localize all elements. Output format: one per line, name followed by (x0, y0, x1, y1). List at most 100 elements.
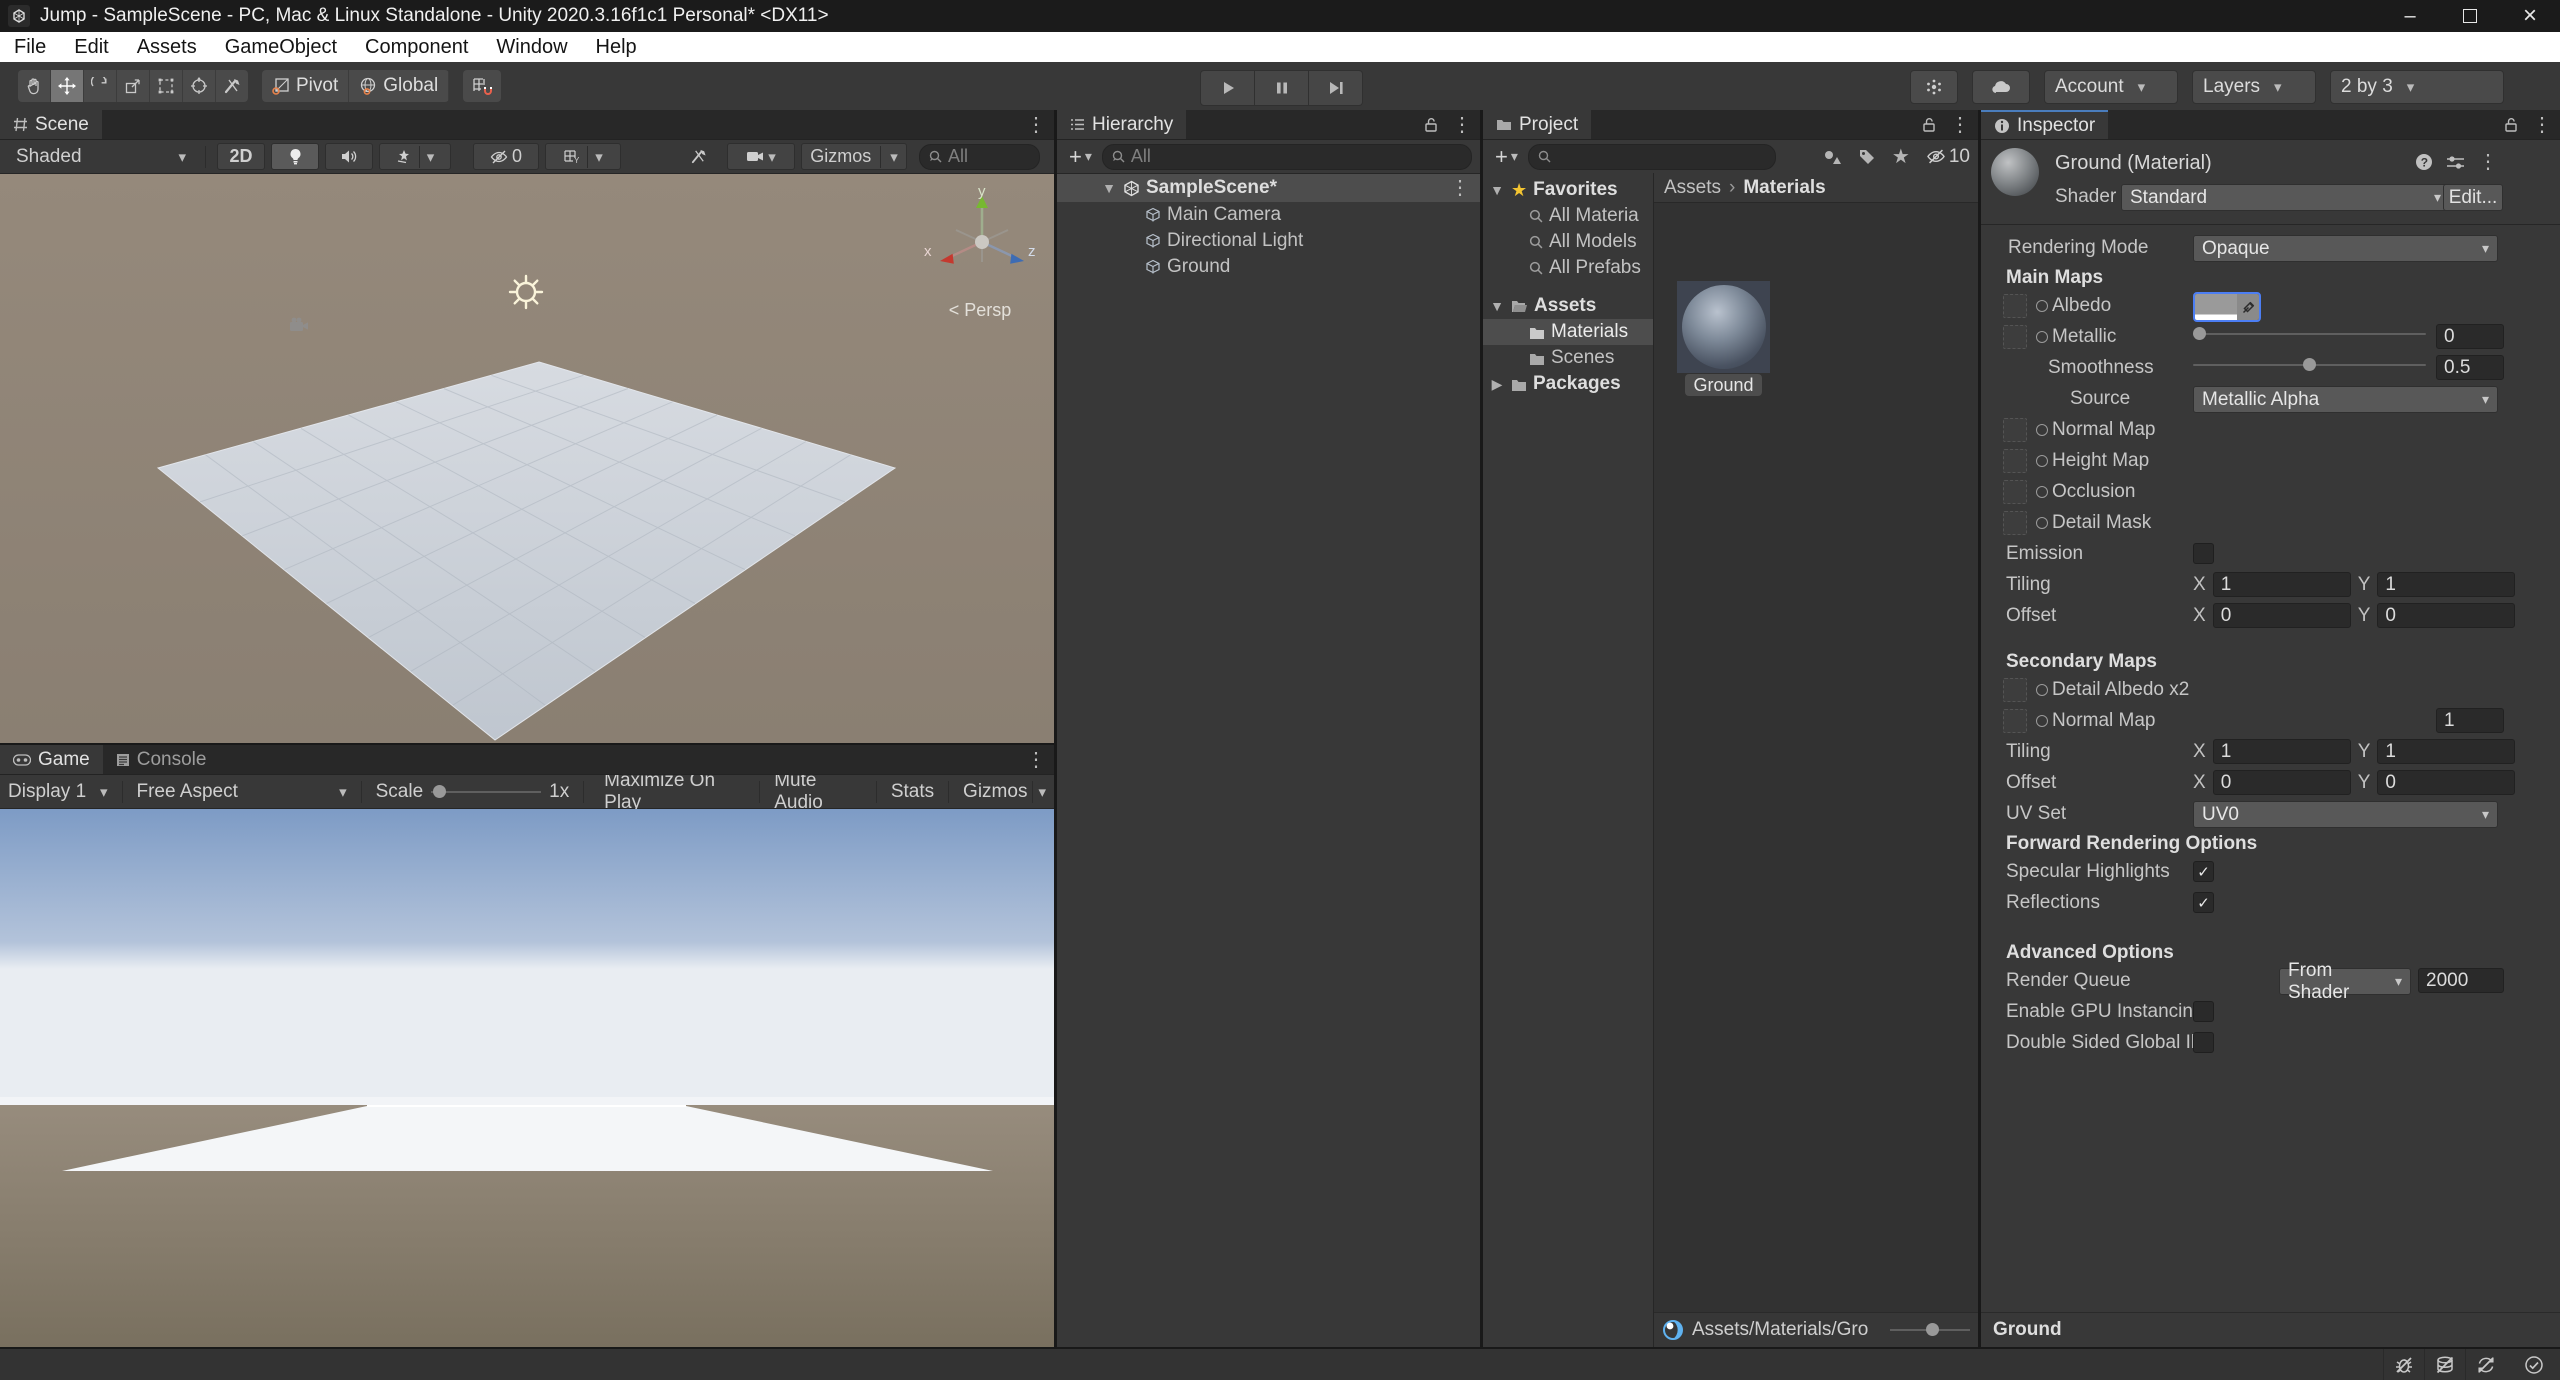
pause-button[interactable] (1255, 70, 1309, 106)
secondary-normal-value-field[interactable]: 1 (2436, 708, 2504, 733)
metallic-slider[interactable] (2193, 333, 2426, 335)
gpu-instancing-checkbox[interactable] (2193, 1001, 2214, 1022)
uv-set-dropdown[interactable]: UV0▾ (2193, 801, 2498, 828)
game-viewport[interactable] (0, 809, 1054, 1347)
material-kebab-icon[interactable]: ⋮ (2478, 152, 2498, 172)
hidden-packages-button[interactable]: 10 (1926, 146, 1970, 168)
secondary-tiling-x-field[interactable]: 1 (2213, 739, 2351, 764)
disclosure-closed-icon[interactable]: ▶ (1489, 376, 1505, 393)
shading-mode-dropdown[interactable]: Shaded▾ (8, 140, 194, 173)
object-picker-icon[interactable] (2036, 684, 2048, 696)
metallic-texture-slot[interactable] (2003, 325, 2027, 349)
orientation-gizmo[interactable]: y x z <Persp (920, 184, 1040, 324)
tree-assets[interactable]: ▼ Assets (1483, 293, 1653, 319)
rect-tool-button[interactable] (150, 70, 183, 102)
hierarchy-scene-row[interactable]: ▼ SampleScene* ⋮ (1057, 174, 1480, 202)
search-by-type-button[interactable] (1822, 148, 1842, 166)
global-toggle-button[interactable]: Global (349, 70, 449, 102)
tab-hierarchy[interactable]: Hierarchy (1057, 110, 1186, 139)
mute-audio-button[interactable]: Mute Audio (766, 775, 870, 808)
account-dropdown[interactable]: Account▾ (2044, 70, 2178, 104)
presets-icon[interactable] (2446, 154, 2465, 171)
scene-tools-button[interactable] (675, 144, 721, 169)
scene-camera-dropdown[interactable]: ▾ (727, 143, 795, 170)
scene-visibility-button[interactable]: 0 (473, 143, 539, 170)
help-icon[interactable]: ? (2415, 153, 2433, 171)
scale-slider[interactable]: Scale 1x (368, 775, 578, 808)
display-dropdown[interactable]: Display 1▾ (0, 775, 116, 808)
progress-status-icon[interactable] (2514, 1349, 2554, 1380)
scale-tool-button[interactable] (117, 70, 150, 102)
project-menu-kebab-icon[interactable]: ⋮ (1950, 115, 1970, 135)
double-sided-gi-checkbox[interactable] (2193, 1032, 2214, 1053)
object-picker-icon[interactable] (2036, 715, 2048, 727)
pivot-toggle-button[interactable]: Pivot (262, 70, 349, 102)
tab-inspector[interactable]: Inspector (1981, 110, 2108, 139)
layout-dropdown[interactable]: 2 by 3▾ (2330, 70, 2504, 104)
disclosure-open-icon[interactable]: ▼ (1489, 182, 1505, 198)
lock-icon[interactable] (1922, 117, 1936, 133)
services-button[interactable] (1910, 70, 1958, 104)
maximize-button[interactable] (2440, 0, 2500, 32)
hierarchy-item-ground[interactable]: Ground (1057, 254, 1480, 280)
inspector-menu-kebab-icon[interactable]: ⋮ (2532, 115, 2552, 135)
hand-tool-button[interactable] (18, 70, 51, 102)
menu-component[interactable]: Component (351, 32, 482, 62)
height-map-texture-slot[interactable] (2003, 449, 2027, 473)
albedo-color-swatch[interactable] (2193, 292, 2261, 322)
scene-viewport[interactable]: y x z <Persp (0, 174, 1054, 743)
shader-edit-button[interactable]: Edit... (2443, 184, 2503, 211)
offset-x-field[interactable]: 0 (2213, 603, 2351, 628)
2d-toggle-button[interactable]: 2D (217, 143, 265, 170)
slider-knob[interactable] (2193, 327, 2206, 340)
slider-knob[interactable] (2303, 358, 2316, 371)
detail-mask-texture-slot[interactable] (2003, 511, 2027, 535)
add-asset-dropdown[interactable]: +▾ (1491, 144, 1522, 170)
tree-all-models[interactable]: All Models (1483, 229, 1653, 255)
tree-favorites[interactable]: ▼ ★ Favorites (1483, 177, 1653, 203)
secondary-offset-x-field[interactable]: 0 (2213, 770, 2351, 795)
detail-albedo-texture-slot[interactable] (2003, 678, 2027, 702)
minimize-button[interactable]: – (2380, 0, 2440, 32)
albedo-texture-slot[interactable] (2003, 294, 2027, 318)
rotate-tool-button[interactable] (84, 70, 117, 102)
material-preview-sphere[interactable] (1991, 148, 2039, 196)
move-tool-button[interactable] (51, 70, 84, 102)
transform-tool-button[interactable] (183, 70, 216, 102)
asset-label-ground[interactable]: Ground (1677, 375, 1770, 397)
tree-packages[interactable]: ▶ Packages (1483, 371, 1653, 397)
menu-edit[interactable]: Edit (60, 32, 122, 62)
tiling-y-field[interactable]: 1 (2377, 572, 2515, 597)
hierarchy-search-input[interactable]: All (1102, 144, 1472, 170)
object-picker-icon[interactable] (2036, 455, 2048, 467)
object-picker-icon[interactable] (2036, 486, 2048, 498)
source-dropdown[interactable]: Metallic Alpha▾ (2193, 386, 2498, 413)
preview-kebab-icon[interactable]: ⋮ (2552, 1320, 2560, 1340)
game-gizmos-dropdown[interactable]: Gizmos▾ (955, 775, 1054, 808)
slider-knob[interactable] (1926, 1323, 1939, 1336)
project-search-input[interactable] (1528, 144, 1776, 170)
render-queue-dropdown[interactable]: From Shader▾ (2279, 968, 2411, 995)
scene-audio-button[interactable] (325, 143, 373, 170)
aspect-ratio-dropdown[interactable]: Free Aspect▾ (129, 775, 355, 808)
object-picker-icon[interactable] (2036, 300, 2048, 312)
tab-scene[interactable]: Scene (0, 110, 102, 139)
stats-button[interactable]: Stats (883, 775, 942, 808)
favorites-star-button[interactable]: ★ (1892, 144, 1910, 169)
thumbnail-size-slider[interactable] (1890, 1329, 1970, 1331)
normal-map-texture-slot[interactable] (2003, 418, 2027, 442)
emission-checkbox[interactable] (2193, 543, 2214, 564)
hierarchy-item-directional-light[interactable]: Directional Light (1057, 228, 1480, 254)
scene-row-kebab-icon[interactable]: ⋮ (1450, 178, 1470, 198)
scene-menu-kebab-icon[interactable]: ⋮ (1026, 115, 1046, 135)
occlusion-texture-slot[interactable] (2003, 480, 2027, 504)
menu-gameobject[interactable]: GameObject (211, 32, 351, 62)
auto-refresh-status-icon[interactable] (2465, 1349, 2506, 1380)
asset-thumbnail-ground[interactable] (1677, 281, 1770, 373)
breadcrumb-assets[interactable]: Assets (1664, 177, 1721, 199)
cache-server-status-icon[interactable] (2424, 1349, 2465, 1380)
object-picker-icon[interactable] (2036, 331, 2048, 343)
grid-snapping-button[interactable] (463, 70, 501, 102)
eyedropper-icon[interactable] (2237, 294, 2259, 320)
maximize-on-play-button[interactable]: Maximize On Play (596, 775, 753, 808)
